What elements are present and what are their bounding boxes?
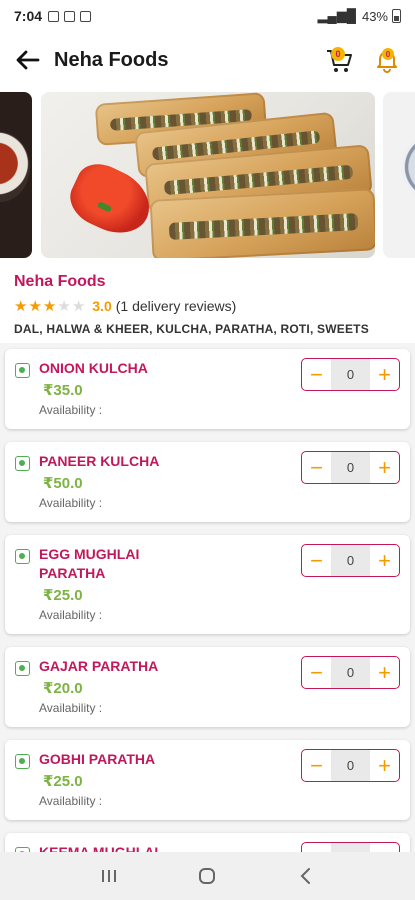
decrease-quantity-button[interactable]: − [302,359,331,390]
decrease-quantity-button[interactable]: − [302,657,331,688]
store-categories: DAL, HALWA & KHEER, KULCHA, PARATHA, ROT… [14,322,369,336]
item-name: GOBHI PARATHA [39,751,156,767]
quantity-value: 0 [331,359,370,390]
decrease-quantity-button[interactable]: − [302,750,331,781]
quantity-value: 0 [331,452,370,483]
signal-icon: ▂▄▆█ [317,8,356,23]
menu-item-card[interactable]: ONION KULCHA ₹35.0 Availability : −0 + [5,349,410,429]
menu-item-card[interactable]: EGG MUGHLAI PARATHA ₹25.0 Availability : −0… [5,535,410,634]
quantity-value: 0 [331,657,370,688]
gallery-icon [80,10,92,22]
star-icon: ★ [28,298,42,315]
bell-icon[interactable]: 0 [373,46,401,74]
quantity-stepper: −0+ [301,544,400,577]
quantity-stepper: −0+ [301,358,400,391]
veg-indicator-icon [15,549,30,564]
back-arrow-icon[interactable] [14,46,42,74]
star-icon: ★ [57,298,71,315]
increase-quantity-button[interactable]: + [370,657,399,688]
food-bowl-illustration [0,132,30,202]
plate-illustration [401,132,415,202]
quantity-stepper: −0+ [301,842,400,852]
rating-stars: ★★★★★ [14,298,86,314]
item-availability: Availability : [39,608,103,622]
quantity-value: 0 [331,843,370,852]
item-name: KEEMA MUGHLAI [39,844,159,852]
home-button[interactable] [195,864,219,888]
increase-quantity-button[interactable]: + [370,843,399,852]
message-icon [64,10,76,22]
menu-item-card[interactable]: PANEER KULCHA ₹50.0 Availability : −0 + [5,442,410,522]
item-name: GAJAR PARATHA [39,658,159,674]
veg-indicator-icon [15,661,30,676]
quantity-value: 0 [331,545,370,576]
item-availability: Availability : [39,701,103,715]
menu-item-card[interactable]: KEEMA MUGHLAI −0+ [5,833,410,852]
status-bar: 7:04 ▂▄▆█ 43% [0,0,415,32]
star-icon: ★ [42,298,57,315]
rating-value: 3.0 [92,298,112,314]
decrease-quantity-button[interactable]: − [302,843,331,852]
decrease-quantity-button[interactable]: − [302,545,331,576]
menu-item-card[interactable]: GAJAR PARATHA ₹20.0 Availability : −0 + [5,647,410,727]
item-price: ₹25.0 [43,587,83,604]
cart-count-badge: 0 [331,47,345,61]
notification-icon [48,10,60,22]
banner-image-next[interactable] [383,92,415,258]
increase-quantity-button[interactable]: + [370,452,399,483]
recents-button[interactable] [97,864,121,888]
status-time: 7:04 [14,8,43,24]
quantity-stepper: −0+ [301,656,400,689]
item-availability: Availability : [39,403,103,417]
item-availability: Availability : [39,496,103,510]
banner-image-current[interactable] [41,92,375,258]
store-name: Neha Foods [14,273,106,290]
back-button[interactable] [294,864,318,888]
status-right: ▂▄▆█ 43% [318,8,401,24]
store-info: Neha Foods ★★★★★ 3.0 (1 delivery reviews… [0,263,415,343]
app-screen: 7:04 ▂▄▆█ 43% Neha Foods 0 0 Neha Foods … [0,0,415,900]
star-icon: ★ [71,298,86,315]
increase-quantity-button[interactable]: + [370,750,399,781]
battery-percent: 43% [361,8,388,24]
paratha-illustration [149,188,375,258]
increase-quantity-button[interactable]: + [370,545,399,576]
app-header: Neha Foods 0 0 [0,32,415,88]
system-nav-bar [0,852,415,900]
battery-icon [392,9,401,23]
cart-icon[interactable]: 0 [325,46,353,74]
banner-carousel[interactable] [0,88,415,263]
item-availability: Availability : [39,794,103,808]
menu-item-card[interactable]: GOBHI PARATHA ₹25.0 Availability : −0 + [5,740,410,820]
menu-list[interactable]: ONION KULCHA ₹35.0 Availability : −0 + PANEER… [0,343,415,852]
rating-row: ★★★★★ 3.0 (1 delivery reviews) [14,298,401,314]
item-name: PANEER KULCHA [39,453,160,469]
notification-count-badge: 0 [382,48,394,60]
item-name: EGG MUGHLAI PARATHA [39,546,140,581]
quantity-value: 0 [331,750,370,781]
banner-image-previous[interactable] [0,92,32,258]
star-icon: ★ [14,298,28,315]
item-name: ONION KULCHA [39,360,148,376]
page-title: Neha Foods [54,48,169,71]
reviews-count: (1 delivery reviews) [115,298,237,314]
quantity-stepper: −0+ [301,451,400,484]
header-actions: 0 0 [325,46,401,74]
veg-indicator-icon [15,754,30,769]
veg-indicator-icon [15,456,30,471]
decrease-quantity-button[interactable]: − [302,452,331,483]
veg-indicator-icon [15,363,30,378]
increase-quantity-button[interactable]: + [370,359,399,390]
quantity-stepper: −0+ [301,749,400,782]
